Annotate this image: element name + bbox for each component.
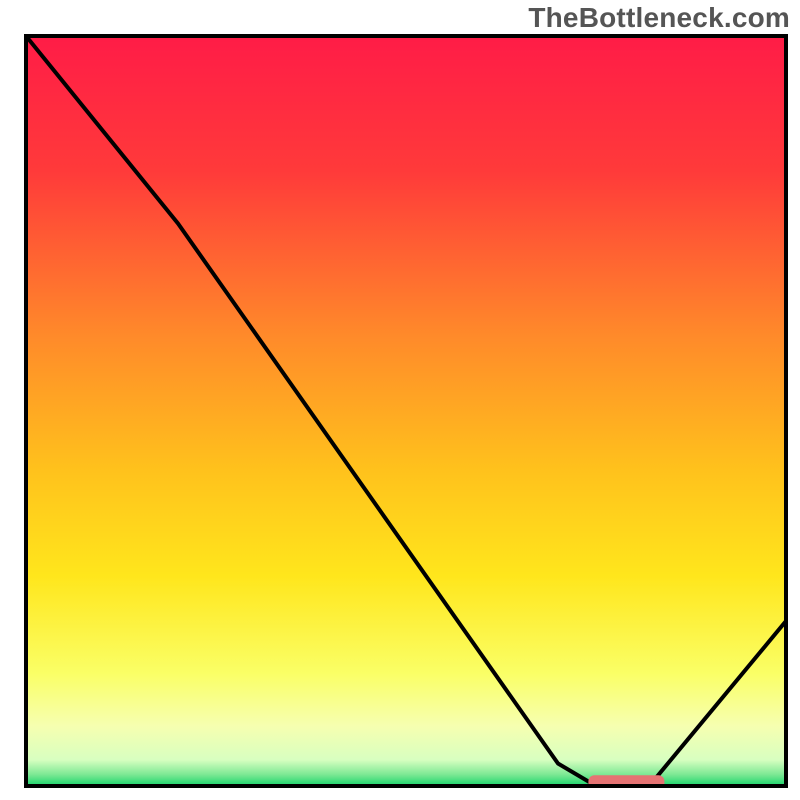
chart-container: TheBottleneck.com (0, 0, 800, 800)
gradient-background (26, 36, 786, 786)
watermark-text: TheBottleneck.com (528, 2, 790, 34)
bottleneck-chart (0, 0, 800, 800)
